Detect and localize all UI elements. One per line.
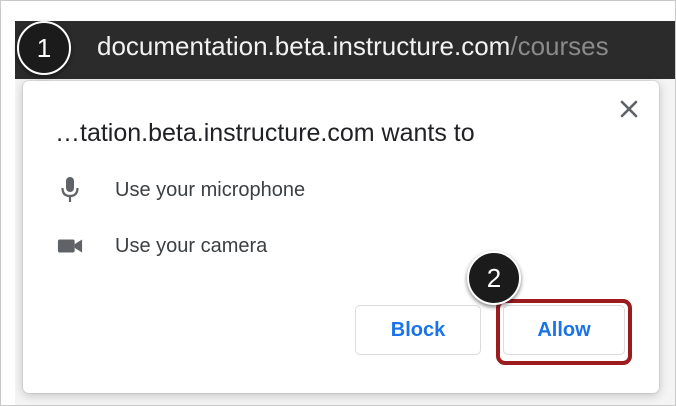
permission-microphone: Use your microphone: [57, 175, 305, 205]
address-url[interactable]: documentation.beta.instructure.com/cours…: [97, 31, 609, 62]
permission-camera: Use your camera: [57, 231, 267, 261]
permission-label: Use your camera: [115, 234, 268, 257]
screenshot-frame: documentation.beta.instructure.com/cours…: [0, 0, 676, 406]
dialog-title: …tation.beta.instructure.com wants to: [55, 119, 475, 147]
camera-icon: [57, 233, 83, 259]
block-button[interactable]: Block: [355, 305, 481, 355]
permission-label: Use your microphone: [115, 178, 306, 201]
step-marker-2: 2: [467, 251, 521, 305]
address-path: /courses: [510, 31, 609, 61]
close-icon: [620, 100, 638, 118]
microphone-icon: [57, 177, 83, 203]
address-host: documentation.beta.instructure.com: [97, 31, 511, 61]
close-button[interactable]: [615, 95, 643, 123]
step-marker-1: 1: [17, 21, 71, 75]
allow-highlight-box: [496, 299, 632, 365]
